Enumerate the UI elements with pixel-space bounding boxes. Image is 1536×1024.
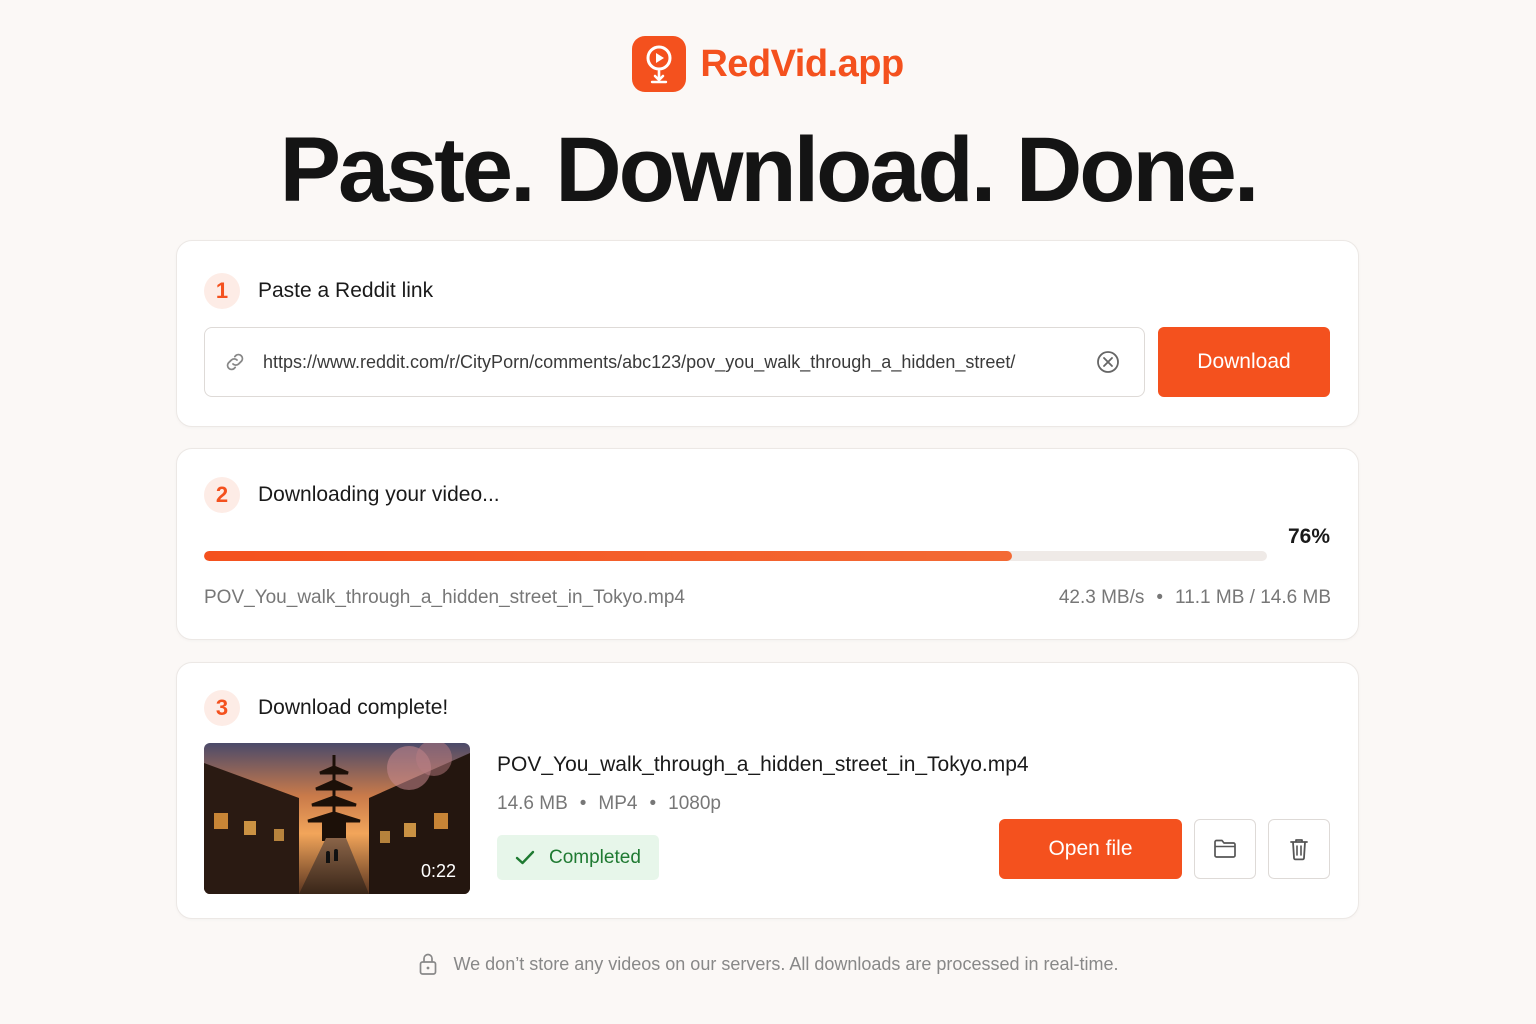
privacy-text: We don’t store any videos on our servers… — [453, 953, 1119, 974]
show-in-folder-button[interactable] — [1194, 819, 1256, 879]
folder-icon — [1214, 839, 1236, 858]
step-downloading-card: 2 Downloading your video... 76% POV_You_… — [176, 448, 1359, 640]
step-header: 1 Paste a Reddit link — [204, 273, 433, 309]
brand-name: RedVid.app — [700, 42, 904, 85]
step-title: Download complete! — [258, 696, 449, 719]
privacy-note: We don’t store any videos on our servers… — [0, 952, 1536, 976]
file-format: MP4 — [598, 793, 638, 814]
brand-logo[interactable]: RedVid.app — [0, 36, 1536, 92]
link-icon — [226, 353, 244, 371]
step-header: 2 Downloading your video... — [204, 477, 500, 513]
step-paste-link-card: 1 Paste a Reddit link Download — [176, 240, 1359, 427]
step-title: Paste a Reddit link — [258, 279, 434, 302]
step-number-badge: 3 — [204, 690, 240, 726]
download-stats: 42.3 MB/s • 11.1 MB / 14.6 MB — [1059, 587, 1331, 609]
play-download-icon — [632, 36, 687, 92]
step-number-badge: 2 — [204, 477, 240, 513]
page-headline: Paste. Download. Done. — [279, 119, 1260, 221]
lock-icon — [419, 953, 436, 975]
transferred-size: 11.1 MB / 14.6 MB — [1175, 587, 1331, 608]
video-duration: 0:22 — [420, 861, 456, 881]
file-resolution: 1080p — [668, 793, 721, 814]
url-input[interactable] — [263, 342, 1083, 382]
file-size: 14.6 MB — [497, 793, 568, 814]
progress-bar — [204, 551, 1267, 561]
download-speed: 42.3 MB/s — [1058, 587, 1145, 608]
separator-dot: • — [1156, 587, 1164, 608]
trash-icon — [1290, 839, 1308, 861]
downloading-file-name: POV_You_walk_through_a_hidden_street_in_… — [204, 587, 685, 608]
download-button[interactable]: Download — [1158, 327, 1330, 397]
url-field[interactable] — [204, 327, 1145, 397]
separator-dot: • — [649, 793, 657, 814]
separator-dot: • — [579, 793, 587, 814]
step-number-badge: 1 — [204, 273, 240, 309]
step-header: 3 Download complete! — [204, 690, 448, 726]
progress-percentage: 76% — [1287, 525, 1330, 548]
delete-button[interactable] — [1268, 819, 1330, 879]
video-thumbnail[interactable]: 0:22 — [204, 743, 470, 894]
status-label: Completed — [549, 846, 641, 868]
clear-input-icon[interactable] — [1095, 349, 1121, 375]
step-title: Downloading your video... — [258, 483, 500, 506]
file-meta: 14.6 MB • MP4 • 1080p — [497, 793, 721, 815]
completed-file-name: POV_You_walk_through_a_hidden_street_in_… — [497, 753, 1029, 776]
open-file-button[interactable]: Open file — [999, 819, 1182, 879]
progress-bar-fill — [204, 551, 1012, 561]
status-badge: Completed — [497, 835, 659, 880]
step-complete-card: 3 Download complete! 0:22 POV_You_walk_t… — [176, 662, 1359, 919]
checkmark-icon — [515, 850, 535, 864]
